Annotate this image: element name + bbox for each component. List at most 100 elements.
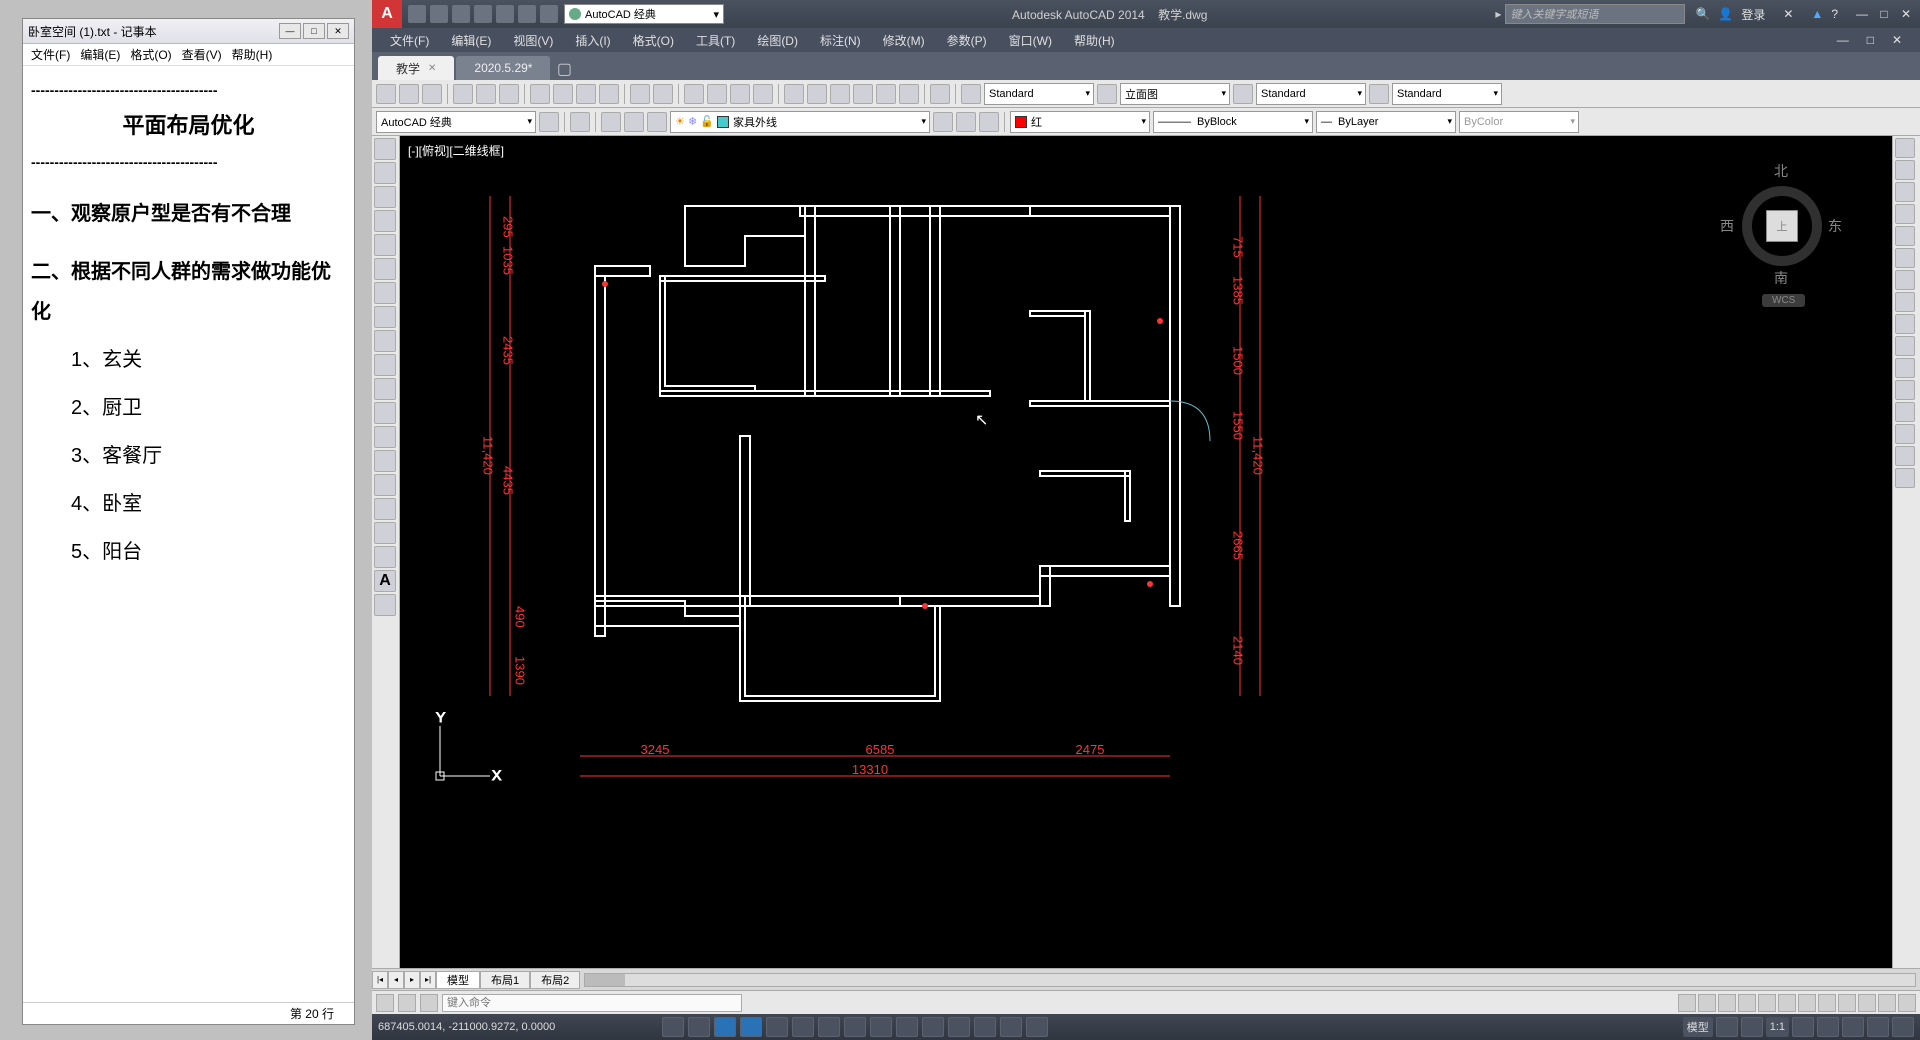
viewcube-east[interactable]: 东 (1828, 216, 1842, 236)
menu-help[interactable]: 帮助(H) (1066, 32, 1123, 49)
join-icon[interactable] (1895, 402, 1915, 422)
minimize-icon[interactable]: — (279, 23, 301, 39)
cmd-tool-icon[interactable] (1678, 994, 1696, 1012)
cmd-tool-icon[interactable] (1798, 994, 1816, 1012)
ellipsearc-icon[interactable] (374, 378, 396, 400)
layout-next-icon[interactable]: ▸ (404, 971, 420, 989)
minimize-icon[interactable]: — (1852, 6, 1872, 22)
lineweight-selector[interactable]: —ByLayer (1316, 111, 1456, 133)
mlstyle-icon[interactable] (1369, 84, 1389, 104)
paste-icon[interactable] (576, 84, 596, 104)
open-icon[interactable] (430, 5, 448, 23)
fillet-icon[interactable] (1895, 446, 1915, 466)
match-icon[interactable] (599, 84, 619, 104)
polygon-icon[interactable] (374, 210, 396, 232)
zoom-icon[interactable] (707, 84, 727, 104)
cleanscreen-icon[interactable] (1892, 1017, 1914, 1037)
menu-file[interactable]: 文件(F) (382, 32, 437, 49)
exchange-icon[interactable]: ✕ (1783, 7, 1793, 21)
break-icon[interactable] (1895, 380, 1915, 400)
help-icon[interactable]: ? (1831, 7, 1838, 21)
layout-prev-icon[interactable]: ◂ (388, 971, 404, 989)
mdi-minimize-icon[interactable]: — (1829, 33, 1857, 47)
menu-view[interactable]: 视图(V) (505, 32, 561, 49)
new-icon[interactable] (408, 5, 426, 23)
menu-dimension[interactable]: 标注(N) (812, 32, 869, 49)
tp-icon[interactable] (830, 84, 850, 104)
cmd-recent-icon[interactable] (420, 994, 438, 1012)
mirror-icon[interactable] (1895, 182, 1915, 202)
workspace-selector[interactable]: AutoCAD 经典 ▾ (564, 4, 724, 24)
search-input[interactable]: 键入关键字或短语 (1505, 4, 1685, 24)
redo-icon[interactable] (540, 5, 558, 23)
autocad-logo-icon[interactable]: A (372, 0, 402, 28)
stretch-icon[interactable] (1895, 314, 1915, 334)
mdi-close-icon[interactable]: ✕ (1884, 33, 1910, 47)
trim-icon[interactable] (1895, 336, 1915, 356)
erase-icon[interactable] (1895, 138, 1915, 158)
linetype-selector[interactable]: ———ByBlock (1153, 111, 1313, 133)
status-icon[interactable] (1792, 1017, 1814, 1037)
dim-style-selector[interactable]: 立面图 (1120, 83, 1230, 105)
menu-insert[interactable]: 插入(I) (567, 32, 618, 49)
layout-tab-1[interactable]: 布局1 (480, 971, 530, 989)
cmd-tool-icon[interactable] (1698, 994, 1716, 1012)
zoomprev-icon[interactable] (753, 84, 773, 104)
chamfer-icon[interactable] (1895, 424, 1915, 444)
more-toggle[interactable] (1026, 1017, 1048, 1037)
layeron-icon[interactable] (601, 112, 621, 132)
tab-add-icon[interactable]: ▢ (552, 58, 576, 80)
layout-tab-model[interactable]: 模型 (436, 971, 480, 989)
revcloud-icon[interactable] (374, 306, 396, 328)
cmd-tool-icon[interactable] (1738, 994, 1756, 1012)
move-icon[interactable] (1895, 248, 1915, 268)
layerlock-icon[interactable] (647, 112, 667, 132)
layer-selector[interactable]: ☀ ❄ 🔓 家具外线 (670, 111, 930, 133)
table-icon[interactable] (374, 546, 396, 568)
layout-tab-2[interactable]: 布局2 (530, 971, 580, 989)
scale-icon[interactable] (1895, 292, 1915, 312)
copy-icon[interactable] (553, 84, 573, 104)
status-icon[interactable] (1867, 1017, 1889, 1037)
status-icon[interactable] (1817, 1017, 1839, 1037)
viewcube-west[interactable]: 西 (1720, 216, 1734, 236)
layerfreeze-icon[interactable] (624, 112, 644, 132)
status-icon[interactable] (1741, 1017, 1763, 1037)
login-label[interactable]: 登录 (1741, 6, 1765, 23)
search-icon[interactable]: 🔍 (1695, 7, 1710, 21)
publish-icon[interactable] (499, 84, 519, 104)
circle-icon[interactable] (374, 282, 396, 304)
cmd-tool-icon[interactable] (1858, 994, 1876, 1012)
layerstate-icon[interactable] (956, 112, 976, 132)
tab-doc-2[interactable]: 2020.5.29* (456, 56, 550, 80)
viewcube-wcs[interactable]: WCS (1762, 294, 1805, 307)
rotate-icon[interactable] (1895, 270, 1915, 290)
print-icon[interactable] (496, 5, 514, 23)
redo-icon[interactable] (653, 84, 673, 104)
saveas-icon[interactable] (474, 5, 492, 23)
pline-icon[interactable] (374, 186, 396, 208)
layeriso-icon[interactable] (979, 112, 999, 132)
snap-toggle[interactable] (662, 1017, 684, 1037)
gear-icon[interactable] (539, 112, 559, 132)
osnap-toggle[interactable] (766, 1017, 788, 1037)
tab-close-icon[interactable]: ✕ (428, 63, 436, 74)
dyn-toggle[interactable] (870, 1017, 892, 1037)
menu-edit[interactable]: 编辑(E) (443, 32, 499, 49)
status-icon[interactable] (1716, 1017, 1738, 1037)
layerprev-icon[interactable] (933, 112, 953, 132)
insert-icon[interactable] (374, 402, 396, 424)
spline-icon[interactable] (374, 330, 396, 352)
command-input[interactable] (442, 994, 742, 1012)
ducs-toggle[interactable] (844, 1017, 866, 1037)
mtext-icon[interactable]: A (374, 570, 396, 592)
viewcube-north[interactable]: 北 (1774, 161, 1788, 181)
cmd-tool-icon[interactable] (1838, 994, 1856, 1012)
status-icon[interactable] (1842, 1017, 1864, 1037)
otrack-toggle[interactable] (818, 1017, 840, 1037)
save-icon[interactable] (422, 84, 442, 104)
space-label[interactable]: 模型 (1683, 1017, 1713, 1037)
line-icon[interactable] (374, 138, 396, 160)
ssm-icon[interactable] (853, 84, 873, 104)
print-icon[interactable] (453, 84, 473, 104)
